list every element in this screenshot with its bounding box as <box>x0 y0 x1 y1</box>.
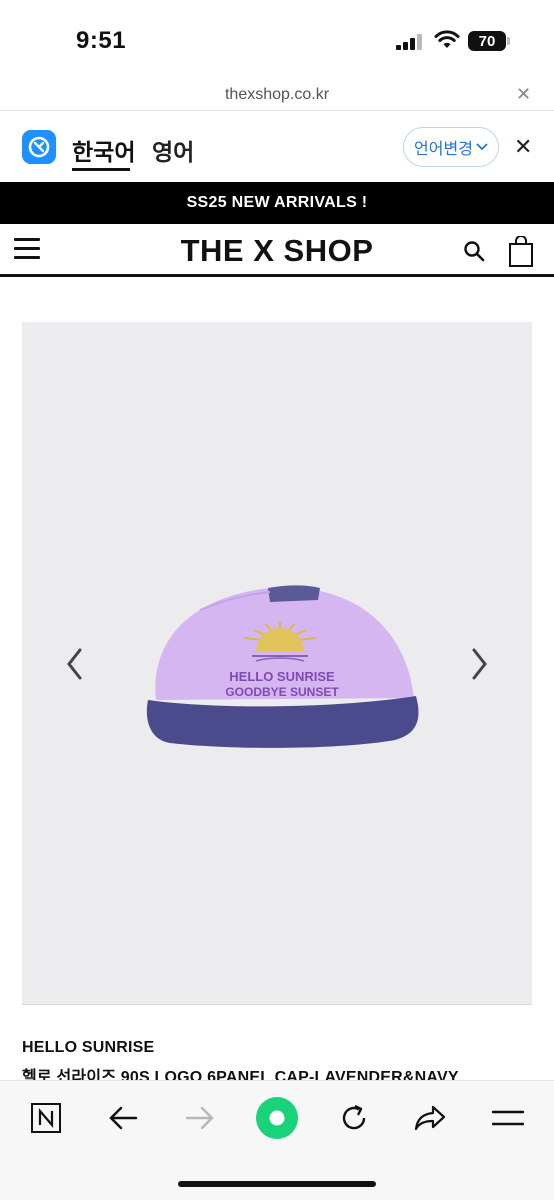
url-close-icon[interactable]: ✕ <box>516 84 531 105</box>
header-divider <box>0 274 554 277</box>
shopping-bag-icon[interactable] <box>508 236 534 268</box>
close-translate-icon[interactable]: ✕ <box>514 134 532 160</box>
reload-icon[interactable] <box>334 1098 374 1138</box>
status-time: 9:51 <box>76 27 127 54</box>
search-icon[interactable] <box>463 240 485 262</box>
product-brand[interactable]: HELLO SUNRISE <box>22 1039 154 1057</box>
forward-icon[interactable] <box>180 1098 220 1138</box>
cap-text-line1: HELLO SUNRISE <box>229 669 335 684</box>
battery-indicator: 70 <box>468 31 506 51</box>
chevron-right-icon[interactable] <box>466 646 492 682</box>
chevron-left-icon[interactable] <box>62 646 88 682</box>
back-icon[interactable] <box>103 1098 143 1138</box>
cap-photo: HELLO SUNRISE GOODBYE SUNSET <box>146 585 419 748</box>
wifi-icon <box>434 30 460 48</box>
menu-icon[interactable] <box>488 1098 528 1138</box>
promo-banner-text: SS25 NEW ARRIVALS ! <box>186 194 368 211</box>
naver-icon[interactable] <box>26 1098 66 1138</box>
tab-english[interactable]: 영어 <box>152 133 194 167</box>
divider <box>22 1004 532 1005</box>
cellular-signal-icon <box>396 34 422 50</box>
home-indicator <box>178 1181 376 1187</box>
change-language-button[interactable]: 언어변경 <box>403 127 499 167</box>
translate-app-icon <box>22 130 56 164</box>
chevron-down-icon <box>476 143 488 151</box>
change-language-label: 언어변경 <box>414 141 473 158</box>
share-icon[interactable] <box>410 1098 450 1138</box>
cap-text-line2: GOODBYE SUNSET <box>225 685 339 699</box>
divider <box>0 110 554 111</box>
battery-cap <box>507 37 510 45</box>
tab-korean[interactable]: 한국어 <box>72 133 135 167</box>
battery-level: 70 <box>478 32 496 50</box>
url-display[interactable]: thexshop.co.kr <box>0 86 554 104</box>
home-green-icon[interactable] <box>255 1096 299 1140</box>
promo-banner[interactable]: SS25 NEW ARRIVALS ! <box>0 182 554 224</box>
active-tab-indicator <box>72 168 130 171</box>
